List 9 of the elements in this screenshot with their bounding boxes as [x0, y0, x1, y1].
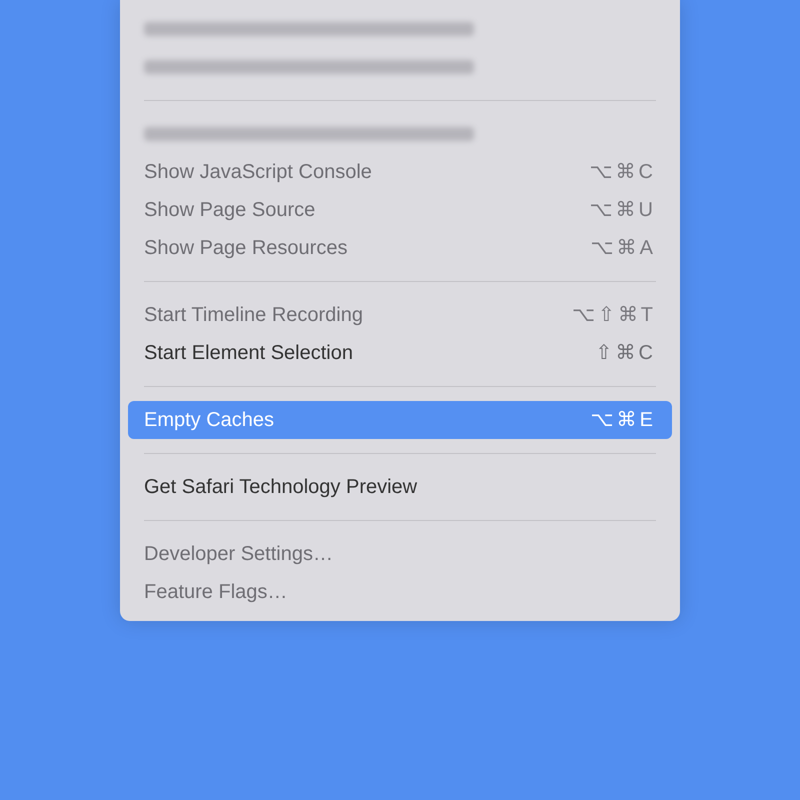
- menu-item[interactable]: Get Safari Technology Preview: [128, 468, 672, 506]
- menu-item[interactable]: Start Element Selection ⇧⌘C: [128, 334, 672, 372]
- menu-item[interactable]: Developer Settings…: [128, 535, 672, 573]
- menu-item[interactable]: Show Page Resources ⌥⌘A: [128, 229, 672, 267]
- menu-item[interactable]: Start Timeline Recording ⌥⇧⌘T: [128, 296, 672, 334]
- menu-item[interactable]: Feature Flags…: [128, 573, 672, 611]
- menu-item[interactable]: Show JavaScript Console ⌥⌘C: [128, 153, 672, 191]
- menu-item[interactable]: Empty Caches ⌥⌘E: [128, 401, 672, 439]
- menu-item[interactable]: Show Page Source ⌥⌘U: [128, 191, 672, 229]
